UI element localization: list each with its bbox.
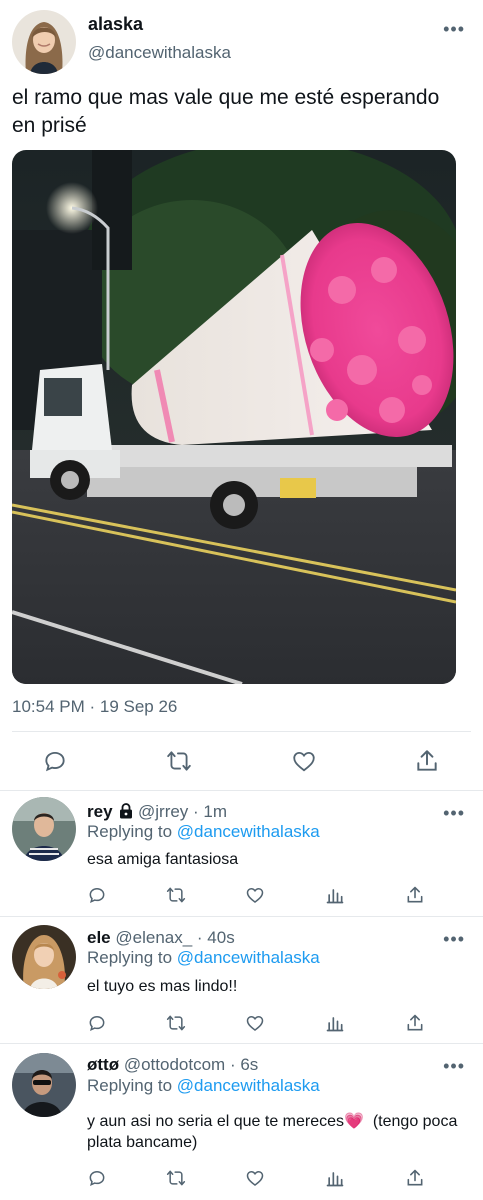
tweet-action-bar [0, 742, 483, 782]
share-icon[interactable] [405, 1013, 425, 1033]
reply-author-name[interactable]: ele [87, 928, 111, 947]
reply-tweet[interactable]: rey @jrrey · 1m ••• Replying to @dancewi… [0, 791, 483, 916]
like-icon[interactable] [245, 885, 265, 905]
analytics-icon[interactable] [325, 1013, 345, 1033]
more-icon[interactable]: ••• [443, 930, 465, 948]
author-avatar[interactable] [12, 10, 76, 74]
analytics-icon[interactable] [325, 885, 345, 905]
replying-to-label: Replying to [87, 1076, 177, 1095]
retweet-icon[interactable] [166, 1013, 186, 1033]
replying-to-label: Replying to [87, 948, 177, 967]
share-icon[interactable] [405, 885, 425, 905]
reply-icon[interactable] [87, 885, 107, 905]
reply-icon[interactable] [87, 1013, 107, 1033]
reply-author-handle[interactable]: @jrrey [138, 802, 188, 821]
reply-time[interactable]: · 6s [230, 1055, 258, 1074]
reply-text: y aun asi no seria el que te mereces💗 (t… [87, 1111, 467, 1153]
reply-icon[interactable] [87, 1168, 107, 1188]
more-icon[interactable]: ••• [443, 20, 465, 38]
like-icon[interactable] [291, 748, 317, 774]
reply-avatar[interactable] [12, 925, 76, 989]
replying-to-mention[interactable]: @dancewithalaska [177, 1076, 320, 1095]
reply-header: øttø @ottodotcom · 6s [87, 1055, 258, 1075]
replying-to: Replying to @dancewithalaska [87, 822, 320, 842]
reply-header: rey @jrrey · 1m [87, 802, 227, 822]
retweet-icon[interactable] [166, 1168, 186, 1188]
share-icon[interactable] [414, 748, 440, 774]
reply-header: ele @elenax_ · 40s [87, 928, 235, 948]
reply-avatar[interactable] [12, 797, 76, 861]
like-icon[interactable] [245, 1013, 265, 1033]
reply-icon[interactable] [42, 748, 68, 774]
reply-author-handle[interactable]: @ottodotcom [124, 1055, 225, 1074]
replying-to-label: Replying to [87, 822, 177, 841]
replying-to: Replying to @dancewithalaska [87, 1076, 320, 1096]
reply-action-bar [87, 885, 467, 909]
retweet-icon[interactable] [166, 748, 192, 774]
tweet-photo[interactable] [12, 150, 456, 684]
analytics-icon[interactable] [325, 1168, 345, 1188]
pink-heart-emoji: 💗 [344, 1113, 364, 1130]
more-icon[interactable]: ••• [443, 1057, 465, 1075]
main-tweet: alaska @dancewithalaska ••• el ramo que … [0, 0, 483, 790]
reply-avatar[interactable] [12, 1053, 76, 1117]
reply-text-body: y aun asi no seria el que te mereces [87, 1113, 345, 1130]
tweet-timestamp[interactable]: 10:54 PM · 19 Sep 26 [12, 697, 177, 717]
reply-tweet[interactable]: øttø @ottodotcom · 6s ••• Replying to @d… [0, 1044, 483, 1200]
reply-tweet[interactable]: ele @elenax_ · 40s ••• Replying to @danc… [0, 917, 483, 1043]
reply-author-handle[interactable]: @elenax_ [115, 928, 192, 947]
retweet-icon[interactable] [166, 885, 186, 905]
tweet-text: el ramo que mas vale que me esté esperan… [12, 86, 440, 137]
replying-to-mention[interactable]: @dancewithalaska [177, 948, 320, 967]
reply-time[interactable]: · 40s [197, 928, 235, 947]
reply-text: el tuyo es mas lindo!! [87, 978, 238, 995]
reply-action-bar [87, 1013, 467, 1037]
reply-author-name[interactable]: rey [87, 802, 113, 821]
more-icon[interactable]: ••• [443, 804, 465, 822]
reply-author-name[interactable]: øttø [87, 1055, 119, 1074]
replying-to: Replying to @dancewithalaska [87, 948, 320, 968]
reply-text: esa amiga fantasiosa [87, 851, 239, 868]
divider [12, 731, 471, 732]
author-handle[interactable]: @dancewithalaska [88, 43, 231, 63]
reply-action-bar [87, 1168, 467, 1192]
like-icon[interactable] [245, 1168, 265, 1188]
reply-time[interactable]: · 1m [193, 802, 227, 821]
lock-icon [119, 803, 133, 819]
replying-to-mention[interactable]: @dancewithalaska [177, 822, 320, 841]
share-icon[interactable] [405, 1168, 425, 1188]
author-name[interactable]: alaska [88, 14, 143, 35]
